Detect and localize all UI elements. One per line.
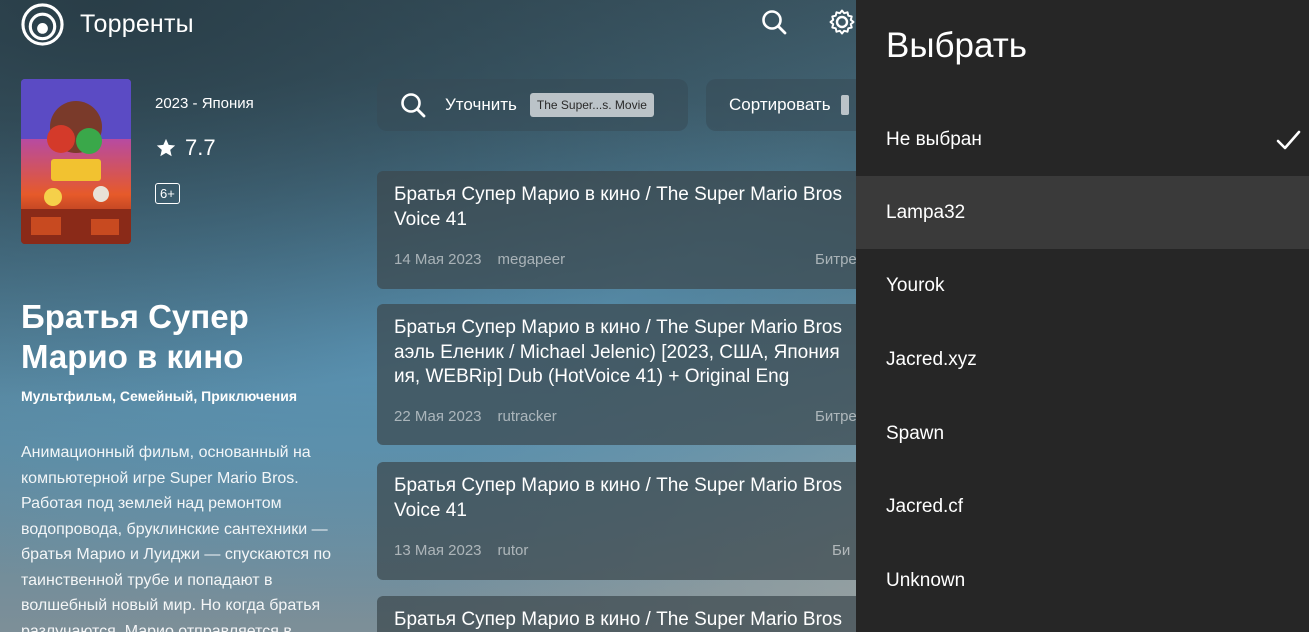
check-icon — [1276, 130, 1301, 149]
age-rating-badge: 6+ — [155, 183, 180, 204]
refine-query-chip: The Super...s. Movie — [529, 93, 654, 117]
movie-title: Братья Супер Марио в кино — [21, 298, 249, 375]
torrent-title: Братья Супер Марио в кино / The Super Ma… — [394, 475, 842, 521]
torrent-tracker: Битре — [815, 251, 857, 268]
torrent-tracker: Би — [832, 542, 851, 559]
search-icon — [401, 93, 426, 118]
lampa-logo-icon[interactable] — [21, 3, 64, 46]
panel-title: Выбрать — [886, 26, 1027, 65]
torrent-card[interactable]: Братья Супер Марио в кино / The Super Ma… — [377, 462, 867, 580]
torrent-source: megapeer — [497, 251, 566, 268]
refine-button[interactable]: Уточнить The Super...s. Movie — [377, 79, 688, 131]
torrent-card[interactable]: Братья Супер Марио в кино / The Super Ma… — [377, 304, 867, 445]
panel-item-jacred-cf[interactable]: Jacred.cf — [856, 470, 1309, 543]
panel-item-spawn[interactable]: Spawn — [856, 397, 1309, 470]
torrent-card[interactable]: Братья Супер Марио в кино / The Super Ma… — [377, 171, 867, 289]
panel-item-not-selected[interactable]: Не выбран — [856, 103, 1309, 176]
panel-item-yourok[interactable]: Yourok — [856, 249, 1309, 322]
torrent-source: rutor — [497, 542, 529, 559]
torrent-date: 13 Мая 2023 — [394, 542, 482, 559]
torrent-meta: 22 Мая 2023 rutracker — [394, 408, 557, 425]
torrent-meta: 14 Мая 2023 megapeer — [394, 251, 565, 268]
sort-value-chip — [840, 95, 849, 115]
star-icon — [156, 138, 176, 157]
torrent-source: rutracker — [497, 408, 557, 425]
sort-button[interactable]: Сортировать — [706, 79, 866, 131]
gear-icon[interactable] — [828, 8, 856, 36]
rating: 7.7 — [155, 135, 216, 161]
movie-description: Анимационный фильм, основанный на компью… — [21, 444, 332, 632]
panel-item-lampa32[interactable]: Lampa32 — [856, 176, 1309, 249]
select-panel: Выбрать Не выбран Lampa32 Yourok Jacred.… — [856, 0, 1309, 632]
torrent-card[interactable]: Братья Супер Марио в кино / The Super Ma… — [377, 596, 867, 632]
torrent-meta: 13 Мая 2023 rutor — [394, 542, 528, 559]
torrent-tracker: Битре — [815, 408, 857, 425]
refine-label: Уточнить — [445, 95, 517, 114]
sort-label: Сортировать — [729, 95, 831, 114]
panel-item-label: Lampa32 — [886, 201, 966, 223]
torrent-title: Братья Супер Марио в кино / The Super Ma… — [394, 184, 842, 230]
genres: Мультфильм, Семейный, Приключения — [21, 388, 298, 404]
torrent-title: Братья Супер Марио в кино / The Super Ma… — [394, 609, 842, 630]
panel-item-label: Jacred.xyz — [886, 348, 977, 370]
panel-item-label: Unknown — [886, 569, 966, 591]
panel-item-label: Не выбран — [886, 128, 982, 150]
header: Торренты — [0, 0, 856, 48]
app-title: Торренты — [80, 10, 194, 38]
panel-item-label: Jacred.cf — [886, 495, 964, 517]
torrent-date: 14 Мая 2023 — [394, 251, 482, 268]
search-icon[interactable] — [760, 8, 788, 36]
app-root: Торренты 2023 - Япония 7.7 6+ Братья Суп… — [0, 0, 1309, 632]
panel-item-label: Yourok — [886, 274, 945, 296]
panel-item-jacred-xyz[interactable]: Jacred.xyz — [856, 323, 1309, 396]
panel-item-unknown[interactable]: Unknown — [856, 544, 1309, 617]
rating-value: 7.7 — [185, 135, 216, 160]
year-country: 2023 - Япония — [155, 95, 254, 112]
movie-poster — [21, 79, 131, 244]
torrent-title: Братья Супер Марио в кино / The Super Ma… — [394, 317, 842, 387]
panel-item-label: Spawn — [886, 422, 945, 444]
torrent-date: 22 Мая 2023 — [394, 408, 482, 425]
